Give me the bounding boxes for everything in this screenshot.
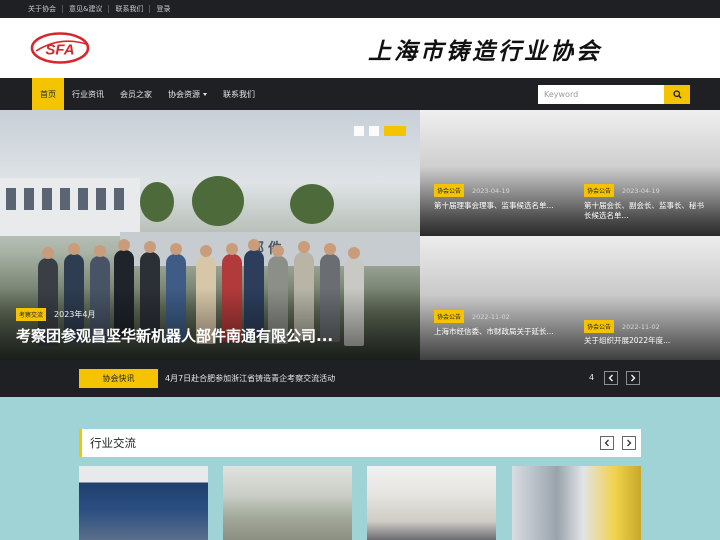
- ticker-label: 协会快讯: [79, 369, 158, 388]
- svg-text:SFA: SFA: [45, 42, 74, 59]
- chevron-down-icon: [203, 92, 207, 96]
- section-header: 行业交流: [79, 429, 641, 457]
- nav-item-resources-label: 协会资源: [168, 89, 200, 99]
- post-tag[interactable]: 协会公告: [584, 320, 615, 333]
- side-post-card[interactable]: 协会公告 2022-11-02 上海市经信委、市财政局关于延长...: [420, 236, 570, 368]
- section-next-button[interactable]: [622, 436, 636, 450]
- side-post-card[interactable]: 协会公告 2022-11-02 关于组织开展2022年度...: [570, 236, 720, 368]
- exchange-thumbnail[interactable]: [223, 466, 352, 540]
- post-title[interactable]: 关于组织开展2022年度...: [584, 336, 710, 346]
- divider: [62, 5, 63, 13]
- side-post-card[interactable]: 协会公告 2023-04-19 第十届会长、副会长、监事长、秘书长候选名单...: [570, 110, 720, 236]
- search-box: [538, 85, 690, 104]
- ticker-count: 4: [589, 373, 595, 382]
- slider-dot-active[interactable]: [384, 126, 406, 136]
- ticker-prev-button[interactable]: [604, 371, 618, 385]
- top-utility-bar: 关于协会 意见&建议 联系我们 登录: [0, 0, 720, 18]
- hero-tag[interactable]: 考察交流: [16, 308, 47, 321]
- top-links: 关于协会 意见&建议 联系我们 登录: [28, 4, 170, 14]
- ticker-next-button[interactable]: [626, 371, 640, 385]
- post-title[interactable]: 第十届理事会理事、监事候选名单...: [434, 201, 560, 211]
- post-tag[interactable]: 协会公告: [434, 310, 465, 323]
- slider-dots: [354, 126, 406, 136]
- hero-title[interactable]: 考察团参观昌坚华新机器人部件南通有限公司...: [16, 325, 333, 346]
- search-icon: [672, 90, 682, 99]
- top-link-about[interactable]: 关于协会: [28, 4, 56, 14]
- slider-dot[interactable]: [369, 126, 379, 136]
- post-tag[interactable]: 协会公告: [584, 184, 615, 197]
- exchange-thumbnail[interactable]: [79, 466, 208, 540]
- post-date: 2022-11-02: [622, 322, 660, 331]
- chevron-left-icon: [608, 374, 613, 382]
- post-date: 2022-11-02: [472, 312, 510, 321]
- hero-building: [0, 178, 140, 236]
- side-post-grid: 协会公告 2023-04-19 第十届理事会理事、监事候选名单... 协会公告 …: [420, 110, 720, 368]
- site-title: 上海市铸造行业协会: [368, 38, 602, 65]
- search-input[interactable]: [538, 85, 664, 104]
- search-button[interactable]: [664, 85, 690, 104]
- chevron-left-icon: [604, 439, 609, 447]
- top-link-contact[interactable]: 联系我们: [115, 4, 143, 14]
- hero-tree: [290, 184, 334, 224]
- divider: [149, 5, 151, 13]
- top-link-feedback[interactable]: 意见&建议: [69, 4, 102, 14]
- section-title: 行业交流: [90, 436, 136, 450]
- post-title[interactable]: 第十届会长、副会长、监事长、秘书长候选名单...: [584, 201, 710, 221]
- nav-item-contact[interactable]: 联系我们: [215, 78, 263, 110]
- nav-item-home[interactable]: 首页: [32, 78, 64, 110]
- side-post-card[interactable]: 协会公告 2023-04-19 第十届理事会理事、监事候选名单...: [420, 110, 570, 236]
- post-date: 2023-04-19: [622, 186, 660, 195]
- post-title[interactable]: 上海市经信委、市财政局关于延长...: [434, 327, 560, 337]
- hero-date: 2023年4月: [54, 310, 96, 319]
- chevron-right-icon: [631, 374, 636, 382]
- exchange-thumbnail[interactable]: [367, 466, 496, 540]
- section-prev-button[interactable]: [600, 436, 614, 450]
- hero-meta: 考察交流 2023年4月: [16, 308, 95, 321]
- top-link-login[interactable]: 登录: [156, 4, 170, 14]
- post-date: 2023-04-19: [472, 186, 510, 195]
- hero-tree: [192, 176, 244, 226]
- divider: [108, 5, 110, 13]
- post-tag[interactable]: 协会公告: [434, 184, 465, 197]
- ticker-text[interactable]: 4月7日赴合肥参加浙江省铸造青企考察交流活动: [165, 373, 335, 384]
- nav-item-industry-news[interactable]: 行业资讯: [64, 78, 112, 110]
- news-ticker: 协会快讯 4月7日赴合肥参加浙江省铸造青企考察交流活动 4: [0, 360, 720, 397]
- nav-item-members[interactable]: 会员之家: [112, 78, 160, 110]
- site-logo[interactable]: SFA: [30, 32, 90, 64]
- exchange-thumbnail[interactable]: [512, 466, 641, 540]
- chevron-right-icon: [627, 439, 632, 447]
- nav-menu: 首页 行业资讯 会员之家 协会资源 联系我们: [32, 78, 263, 110]
- hero-tree: [140, 182, 174, 222]
- slider-dot[interactable]: [354, 126, 364, 136]
- site-header: SFA 上海市铸造行业协会: [0, 18, 720, 78]
- nav-item-resources[interactable]: 协会资源: [160, 78, 215, 110]
